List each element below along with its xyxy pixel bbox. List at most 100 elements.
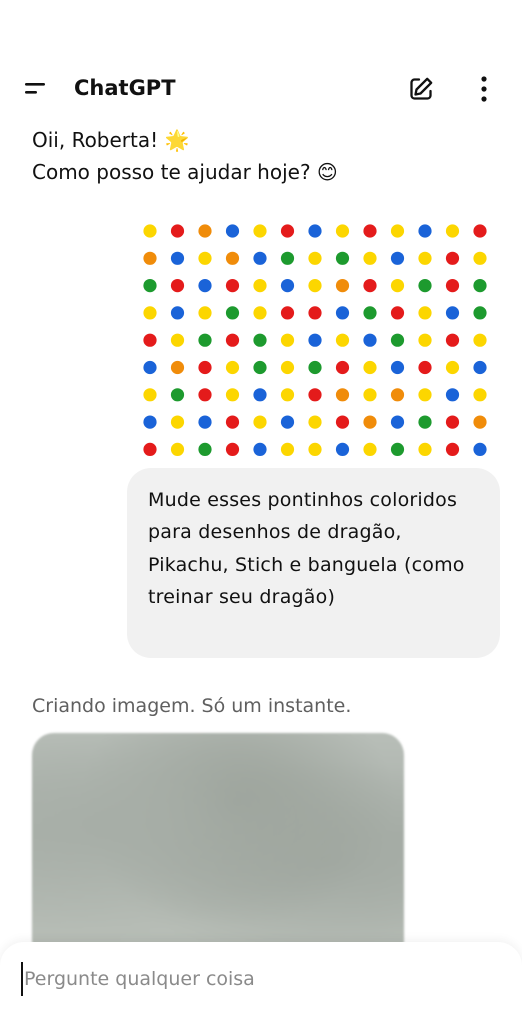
color-dot — [418, 360, 432, 375]
color-dot — [390, 251, 405, 265]
color-dot — [170, 279, 185, 293]
color-dot — [363, 333, 377, 347]
top-bar: ChatGPT — [0, 64, 522, 112]
color-dot — [445, 415, 460, 429]
color-dot — [418, 333, 432, 347]
color-dot — [280, 251, 295, 265]
color-dot — [335, 251, 350, 265]
color-dot — [308, 251, 322, 265]
color-dot — [363, 224, 377, 238]
color-dot — [473, 415, 487, 429]
color-dot — [280, 279, 295, 293]
color-dot — [280, 415, 295, 429]
color-dot — [390, 442, 405, 456]
color-dot — [198, 360, 212, 375]
message-input[interactable] — [22, 964, 494, 994]
color-dot — [170, 360, 185, 375]
color-dot — [363, 251, 377, 265]
color-dot — [280, 306, 295, 320]
color-dot — [473, 388, 487, 402]
color-dot — [280, 333, 295, 347]
menu-button[interactable] — [18, 74, 54, 102]
status-text: Criando imagem. Só um instante. — [32, 695, 352, 717]
chat-screen: ChatGPT Oii, Roberta! 🌟 Como posso te aj… — [0, 0, 522, 1013]
color-dot — [308, 306, 322, 320]
color-dot — [363, 442, 377, 456]
color-dot — [170, 415, 185, 429]
color-dot — [418, 306, 432, 320]
color-dot — [280, 224, 295, 238]
color-dot — [363, 415, 377, 429]
color-dot — [418, 279, 432, 293]
color-dot — [335, 224, 350, 238]
color-dot — [418, 251, 432, 265]
color-dot — [473, 442, 487, 456]
color-dot — [253, 224, 267, 238]
color-dot — [143, 306, 157, 320]
color-dot — [225, 442, 240, 456]
color-dot — [143, 442, 157, 456]
color-dot — [225, 251, 240, 265]
color-dot — [363, 279, 377, 293]
color-dot — [280, 442, 295, 456]
color-dot — [390, 360, 405, 375]
color-dot — [473, 333, 487, 347]
color-dot — [445, 306, 460, 320]
app-title: ChatGPT — [74, 76, 176, 100]
color-dot — [253, 251, 267, 265]
color-dot — [363, 388, 377, 402]
image-generation-placeholder — [32, 733, 404, 963]
color-dot — [308, 224, 322, 238]
color-dot — [390, 224, 405, 238]
color-dot — [198, 415, 212, 429]
color-dot — [308, 333, 322, 347]
color-dot — [225, 224, 240, 238]
color-dot — [335, 442, 350, 456]
color-dot — [363, 360, 377, 375]
color-dot — [253, 306, 267, 320]
assistant-greeting: Oii, Roberta! 🌟 Como posso te ajudar hoj… — [32, 124, 472, 188]
color-dot — [143, 360, 157, 375]
color-dot — [308, 388, 322, 402]
color-dot — [225, 415, 240, 429]
color-dot — [335, 388, 350, 402]
new-chat-button[interactable] — [404, 72, 438, 106]
edit-icon — [410, 77, 433, 100]
color-dot — [170, 251, 185, 265]
color-dot — [445, 388, 460, 402]
color-dot — [390, 279, 405, 293]
color-dot — [390, 415, 405, 429]
greeting-line-1: Oii, Roberta! 🌟 — [32, 128, 190, 152]
color-dot — [335, 279, 350, 293]
color-dot — [253, 415, 267, 429]
color-dot — [170, 388, 185, 402]
color-dot — [308, 360, 322, 375]
color-dot — [445, 333, 460, 347]
color-dot — [225, 279, 240, 293]
color-dot — [143, 333, 157, 347]
color-dot — [253, 333, 267, 347]
color-dot — [225, 360, 240, 375]
color-dot — [445, 224, 460, 238]
color-dot — [308, 442, 322, 456]
menu-icon — [25, 83, 45, 94]
color-dot — [170, 442, 185, 456]
color-dot — [198, 306, 212, 320]
color-dot — [363, 306, 377, 320]
color-dot — [198, 251, 212, 265]
color-dot — [473, 224, 487, 238]
color-dot — [308, 415, 322, 429]
color-dot — [418, 415, 432, 429]
more-options-button[interactable] — [468, 72, 500, 106]
color-dot — [280, 360, 295, 375]
text-caret — [21, 962, 23, 996]
greeting-line-2: Como posso te ajudar hoje? 😊 — [32, 160, 338, 184]
color-dot — [225, 388, 240, 402]
uploaded-dots-image[interactable] — [134, 216, 496, 466]
color-dot — [143, 415, 157, 429]
color-dot — [253, 279, 267, 293]
color-dot — [198, 333, 212, 347]
color-dot — [143, 251, 157, 265]
composer — [0, 942, 522, 1013]
user-message-bubble: Mude esses pontinhos coloridos para dese… — [127, 468, 500, 658]
